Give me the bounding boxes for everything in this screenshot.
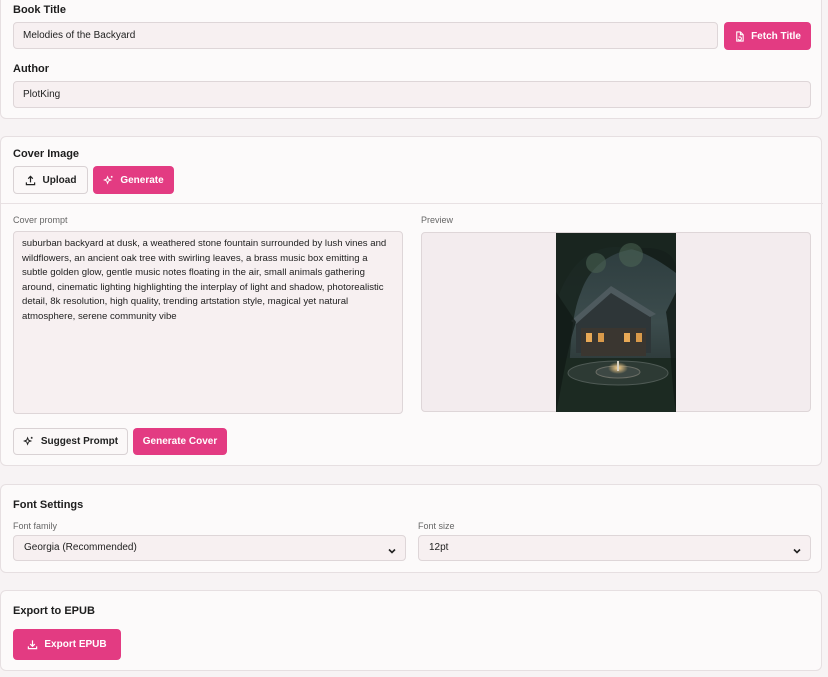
book-title-label: Book Title <box>13 4 66 16</box>
author-input[interactable]: PlotKing <box>13 81 811 108</box>
author-label: Author <box>13 63 50 75</box>
cover-prompt-textarea[interactable]: suburban backyard at dusk, a weathered s… <box>13 231 403 414</box>
sparkles-icon <box>103 174 114 186</box>
upload-icon <box>25 175 36 186</box>
cover-preview-image <box>556 233 676 412</box>
font-size-value: 12pt <box>429 542 449 553</box>
font-settings-card: Font Settings Font family Georgia (Recom… <box>0 484 822 573</box>
book-title-input[interactable]: Melodies of the Backyard <box>13 22 718 49</box>
chevron-down-icon <box>792 542 802 566</box>
suggest-prompt-label: Suggest Prompt <box>40 436 119 447</box>
upload-label: Upload <box>42 174 77 186</box>
preview-area <box>421 232 811 412</box>
cover-divider <box>1 203 823 204</box>
file-refresh-icon <box>734 30 745 42</box>
book-info-card: Book Title Melodies of the Backyard Fetc… <box>0 0 822 119</box>
fetch-title-button[interactable]: Fetch Title <box>724 22 811 50</box>
export-epub-button[interactable]: Export EPUB <box>13 629 121 660</box>
upload-button[interactable]: Upload <box>13 166 88 194</box>
font-family-label: Font family <box>13 521 58 531</box>
preview-label: Preview <box>421 215 454 225</box>
generate-label: Generate <box>120 174 164 186</box>
fetch-title-label: Fetch Title <box>751 30 801 42</box>
generate-cover-button[interactable]: Generate Cover <box>133 428 227 455</box>
cover-section-title: Cover Image <box>13 148 80 160</box>
font-family-value: Georgia (Recommended) <box>24 542 137 553</box>
font-section-title: Font Settings <box>13 499 84 511</box>
export-section-title: Export to EPUB <box>13 605 95 617</box>
export-epub-label: Export EPUB <box>44 639 107 650</box>
download-icon <box>27 639 38 650</box>
generate-cover-label: Generate Cover <box>142 436 218 447</box>
font-size-select[interactable]: 12pt <box>418 535 811 561</box>
generate-button[interactable]: Generate <box>93 166 174 194</box>
chevron-down-icon <box>387 542 397 566</box>
font-size-label: Font size <box>418 521 455 531</box>
font-family-select[interactable]: Georgia (Recommended) <box>13 535 406 561</box>
export-card: Export to EPUB Export EPUB <box>0 590 822 671</box>
cover-prompt-label: Cover prompt <box>13 215 68 225</box>
suggest-prompt-button[interactable]: Suggest Prompt <box>13 428 128 455</box>
cover-image-card: Cover Image Upload Generate Cover prompt… <box>0 136 823 466</box>
sparkles-icon <box>22 436 34 447</box>
